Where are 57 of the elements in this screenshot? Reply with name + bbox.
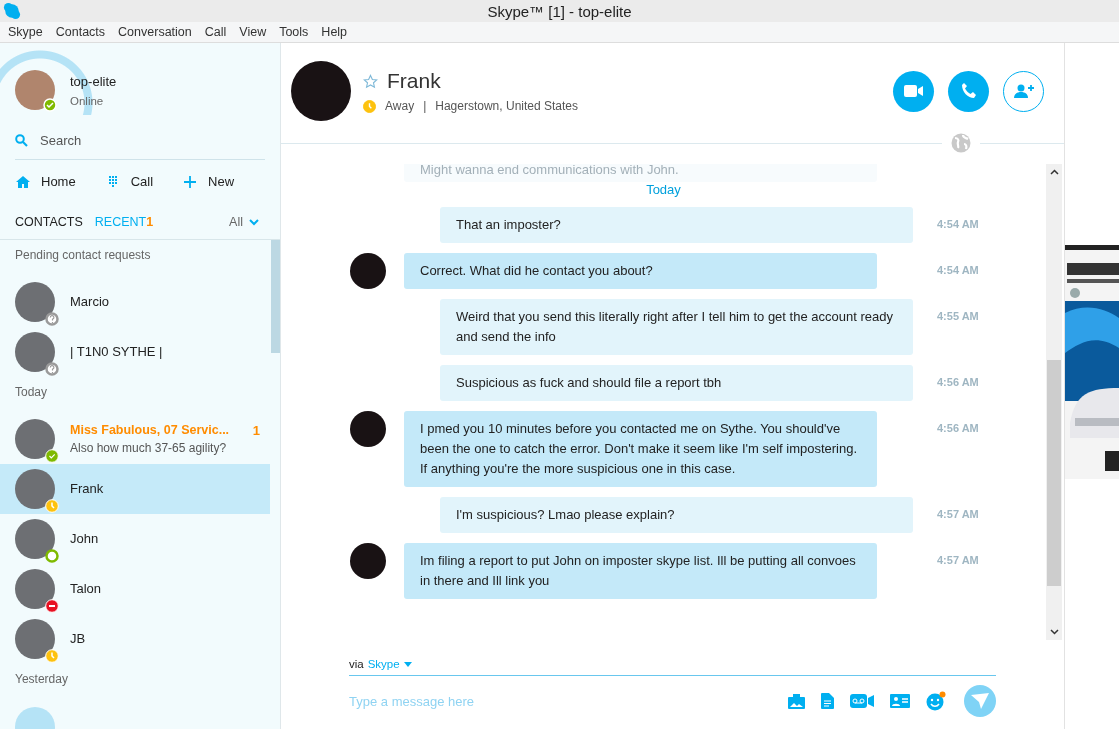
group-heading: Pending contact requests	[14, 247, 152, 264]
profile-status: Online	[70, 94, 105, 107]
message-time: 4:56 AM	[937, 376, 979, 388]
contact-item[interactable]: JB	[0, 614, 270, 664]
contact-name: John	[70, 531, 99, 547]
menu-item[interactable]: Call	[199, 25, 235, 39]
profile-name: top-elite	[70, 73, 117, 89]
search-field[interactable]: Search	[40, 133, 240, 148]
menu-item[interactable]: Skype	[3, 25, 51, 39]
message-bubble: Weird that you send this literally right after I tell him to get the account ready and send the info	[440, 299, 913, 355]
contact-item[interactable]: John	[0, 514, 270, 564]
filter-dropdown[interactable]: All	[229, 215, 259, 229]
message-bubble: I'm suspicious? Lmao please explain?	[440, 497, 913, 533]
message-time: 4:54 AM	[937, 218, 979, 230]
menu-item[interactable]: Help	[316, 25, 356, 39]
unread-count: 1	[252, 423, 260, 438]
group-heading: Yesterday	[14, 671, 69, 688]
group-heading: Today	[14, 384, 49, 401]
contact-name: Frank	[387, 69, 441, 93]
message-preview: Also how much 37-65 agility?	[70, 441, 228, 456]
menu-item[interactable]: Tools	[274, 25, 317, 39]
contact-name: Marcio	[70, 294, 109, 310]
location-text: Hagerstown, United States	[435, 99, 578, 113]
via-label: via	[349, 658, 364, 670]
nav-link[interactable]: Home	[41, 174, 76, 189]
message-time: 4:57 AM	[937, 554, 979, 566]
contact-name: JB	[70, 631, 86, 647]
message-bubble: That an imposter?	[440, 207, 913, 243]
nav-link[interactable]: New	[208, 174, 235, 189]
menu-item[interactable]: Conversation	[113, 25, 200, 39]
nav-link[interactable]: Call	[130, 174, 154, 189]
contact-item[interactable]: Frank	[0, 464, 270, 514]
contact-item[interactable]: Marcio	[0, 277, 270, 327]
contact-name: Talon	[70, 581, 102, 597]
window-title: Skype™ [1] - top-elite	[487, 2, 632, 20]
contact-name: Miss Fabulous, 07 Servic...	[70, 422, 230, 438]
tab[interactable]: CONTACTS	[15, 215, 83, 229]
message-bubble: Im filing a report to put John on imposter skype list. Ill be putting all convoes in there and Ill link you	[404, 543, 877, 599]
contact-name: | T1N0 SYTHE |	[70, 344, 163, 360]
message-input[interactable]: Type a message here	[349, 693, 772, 709]
date-divider: Today	[645, 182, 682, 197]
contact-item[interactable]: Talon	[0, 564, 270, 614]
message-bubble: I pmed you 10 minutes before you contacted me on Sythe. You should've been the one to catch the error. Don't make it seem like I'm self impostering. If anything you're the more suspicious one in this case.	[404, 411, 877, 487]
message-bubble: Might wanna end communications with John.	[404, 164, 877, 182]
message-time: 4:54 AM	[937, 264, 979, 276]
message-time: 4:56 AM	[937, 422, 979, 434]
menu-item[interactable]: Contacts	[50, 25, 114, 39]
contact-item[interactable]: Miss Fabulous, 07 Servic... Also how much 37-65 agility? 1	[0, 414, 270, 464]
message-time: 4:55 AM	[937, 310, 979, 322]
message-bubble: Suspicious as fuck and should file a report tbh	[440, 365, 913, 401]
contact-item[interactable]: | T1N0 SYTHE |	[0, 327, 270, 377]
message-time: 4:57 AM	[937, 508, 979, 520]
separator: |	[423, 99, 427, 113]
contact-name: Frank	[70, 481, 104, 497]
menu-item[interactable]: View	[234, 25, 275, 39]
status-text: Away	[385, 99, 415, 113]
message-bubble: Correct. What did he contact you about?	[404, 253, 877, 289]
